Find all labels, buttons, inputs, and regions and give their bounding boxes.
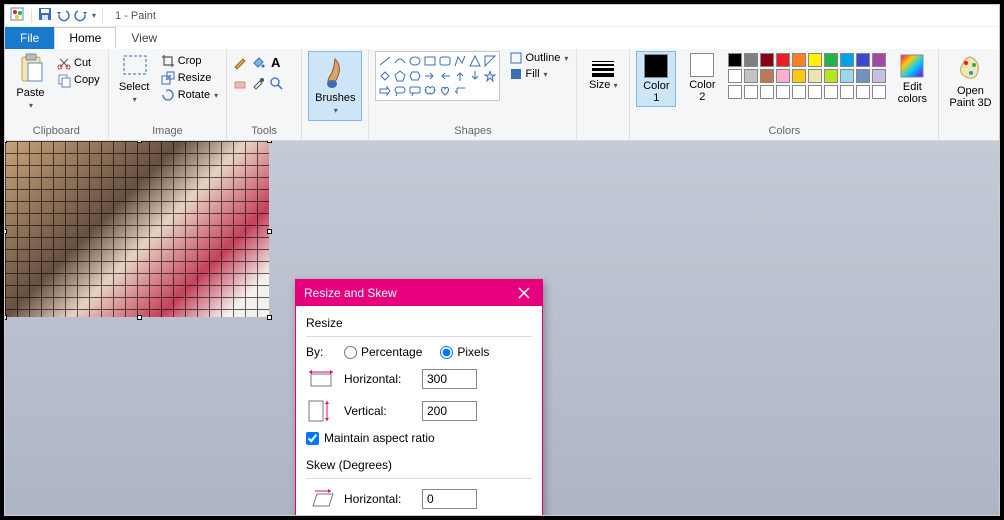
color2-button[interactable]: Color 2 — [682, 51, 722, 105]
clipboard-group-label: Clipboard — [33, 123, 80, 140]
color-swatch[interactable] — [760, 69, 774, 83]
color-swatch[interactable] — [760, 53, 774, 67]
color-swatch[interactable] — [792, 85, 806, 99]
resize-label: Resize — [306, 316, 532, 330]
skew-horizontal-input[interactable] — [422, 489, 477, 509]
ribbon-tabs: File Home View — [5, 27, 999, 49]
brushes-button[interactable]: Brushes ▾ — [308, 51, 362, 121]
size-button[interactable]: Size ▾ — [583, 51, 623, 93]
eraser-tool-icon[interactable] — [233, 76, 247, 93]
paint3d-button[interactable]: Open Paint 3D — [945, 51, 995, 111]
close-icon[interactable] — [514, 283, 534, 303]
save-icon[interactable] — [38, 7, 52, 24]
colors-group-label: Colors — [768, 123, 800, 140]
fill-button[interactable]: Fill ▾ — [508, 67, 570, 81]
window-title: 1 - Paint — [115, 10, 156, 22]
color-swatch[interactable] — [744, 69, 758, 83]
paste-button[interactable]: Paste ▾ — [11, 51, 51, 113]
resize-horizontal-input[interactable] — [422, 369, 477, 389]
color-swatch[interactable] — [776, 85, 790, 99]
color-swatch[interactable] — [792, 69, 806, 83]
color-swatch[interactable] — [728, 69, 742, 83]
edit-colors-button[interactable]: Edit colors — [892, 51, 932, 107]
skew-horizontal-icon — [306, 487, 336, 511]
canvas[interactable]: Resize and Skew Resize By: Percentage Pi… — [5, 141, 999, 515]
select-button[interactable]: Select ▾ — [115, 51, 155, 107]
color-swatch[interactable] — [872, 53, 886, 67]
aspect-ratio-checkbox[interactable]: Maintain aspect ratio — [306, 431, 435, 445]
shapes-group-label: Shapes — [454, 123, 491, 140]
tab-file[interactable]: File — [5, 27, 54, 49]
resize-horizontal-icon — [306, 367, 336, 391]
color-swatch[interactable] — [856, 53, 870, 67]
color-swatch[interactable] — [856, 69, 870, 83]
qat-dropdown-icon[interactable]: ▾ — [92, 11, 96, 20]
pixels-radio[interactable]: Pixels — [440, 345, 489, 359]
color-swatch[interactable] — [744, 85, 758, 99]
image-group-label: Image — [152, 123, 183, 140]
percentage-radio[interactable]: Percentage — [344, 345, 422, 359]
paint-icon — [9, 6, 25, 25]
fill-tool-icon[interactable] — [251, 55, 265, 72]
tab-view[interactable]: View — [116, 27, 172, 49]
undo-icon[interactable] — [56, 7, 70, 24]
svg-text:A: A — [271, 55, 281, 70]
resize-button[interactable]: Resize — [159, 70, 220, 86]
color-swatch[interactable] — [808, 85, 822, 99]
color-swatch[interactable] — [760, 85, 774, 99]
resize-vertical-input[interactable] — [422, 401, 477, 421]
color-palette[interactable] — [728, 51, 886, 99]
rotate-button[interactable]: Rotate ▾ — [159, 87, 220, 103]
redo-icon[interactable] — [74, 7, 88, 24]
picker-tool-icon[interactable] — [251, 76, 265, 93]
color-swatch[interactable] — [872, 85, 886, 99]
ribbon: Paste ▾ Cut Copy Clipboard Select ▾ Crop… — [5, 49, 999, 141]
color-swatch[interactable] — [824, 85, 838, 99]
tab-home[interactable]: Home — [54, 27, 116, 49]
outline-button[interactable]: Outline ▾ — [508, 51, 570, 65]
color-swatch[interactable] — [840, 69, 854, 83]
pencil-tool-icon[interactable] — [233, 55, 247, 72]
color-swatch[interactable] — [824, 53, 838, 67]
crop-button[interactable]: Crop — [159, 53, 220, 69]
cut-button[interactable]: Cut — [55, 55, 102, 71]
color-swatch[interactable] — [728, 85, 742, 99]
color1-button[interactable]: Color 1 — [636, 51, 676, 107]
color-swatch[interactable] — [840, 53, 854, 67]
color-swatch[interactable] — [792, 53, 806, 67]
dialog-title: Resize and Skew — [304, 286, 397, 300]
color-swatch[interactable] — [728, 53, 742, 67]
selection-handles[interactable] — [5, 141, 272, 320]
color-swatch[interactable] — [840, 85, 854, 99]
text-tool-icon[interactable]: A — [269, 55, 283, 72]
color-swatch[interactable] — [744, 53, 758, 67]
tools-group-label: Tools — [251, 123, 277, 140]
color-swatch[interactable] — [808, 69, 822, 83]
zoom-tool-icon[interactable] — [269, 76, 283, 93]
shapes-gallery[interactable] — [375, 51, 500, 101]
color-swatch[interactable] — [856, 85, 870, 99]
resize-skew-dialog: Resize and Skew Resize By: Percentage Pi… — [295, 279, 543, 515]
color-swatch[interactable] — [808, 53, 822, 67]
color-swatch[interactable] — [824, 69, 838, 83]
resize-vertical-icon — [306, 399, 336, 423]
copy-button[interactable]: Copy — [55, 72, 102, 88]
color-swatch[interactable] — [872, 69, 886, 83]
skew-label: Skew (Degrees) — [306, 458, 532, 472]
title-bar: ▾ 1 - Paint — [5, 5, 999, 27]
color-swatch[interactable] — [776, 69, 790, 83]
color-swatch[interactable] — [776, 53, 790, 67]
